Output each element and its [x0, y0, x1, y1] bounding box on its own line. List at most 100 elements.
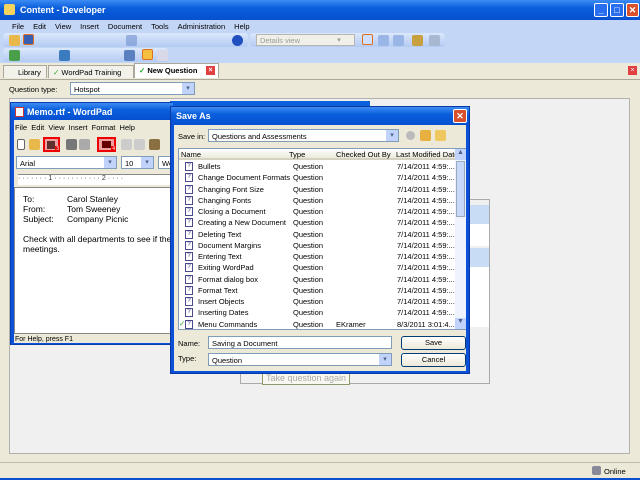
undo-icon[interactable] [126, 35, 137, 46]
size-select[interactable]: 10 ▾ [121, 156, 154, 169]
new-icon[interactable] [17, 139, 25, 150]
list-item[interactable]: ? Format Text Question 7/14/2011 4:59:... [179, 285, 455, 296]
wp-menu-format[interactable]: Format [92, 123, 116, 132]
dialog-close-button[interactable]: ✕ [453, 109, 467, 123]
save-icon[interactable] [23, 34, 34, 45]
item-type: Question [293, 162, 324, 171]
list-item[interactable]: ? Inserting Dates Question 7/14/2011 4:59:.… [179, 307, 455, 318]
list-item[interactable]: ? Change Document Formats Question 7/14/201… [179, 172, 455, 183]
wp-menu-help[interactable]: Help [120, 123, 135, 132]
tab-new-question[interactable]: ✓ New Question × [134, 63, 219, 78]
list-item[interactable]: ? Bullets Question 7/14/2011 4:59:... [179, 161, 455, 172]
save-button-highlight[interactable]: 3 [43, 137, 60, 152]
menu-document[interactable]: Document [108, 22, 142, 31]
cut-icon[interactable] [121, 139, 132, 150]
tab-library[interactable]: Library [3, 65, 47, 78]
list-item[interactable]: ? Changing Fonts Question 7/14/2011 4:59:..… [179, 195, 455, 206]
maximize-button[interactable]: □ [610, 3, 624, 17]
print-preview-icon[interactable] [79, 139, 90, 150]
question-type-select[interactable]: Hotspot ▾ [70, 82, 195, 95]
document-area[interactable]: To: Carol Stanley From: Tom Sweeney Subjec… [14, 187, 173, 334]
chevron-down-icon: ▾ [104, 157, 116, 168]
list-item[interactable]: ? Deleting Text Question 7/14/2011 4:59:... [179, 229, 455, 240]
standard-toolbar [3, 33, 248, 47]
item-date: 7/14/2011 4:59:... [397, 173, 455, 183]
list-item[interactable]: ? Insert Objects Question 7/14/2011 4:59:..… [179, 296, 455, 307]
image-icon[interactable] [59, 50, 70, 61]
back-icon[interactable] [406, 131, 415, 140]
list-item[interactable]: ✓? Menu Commands Question EKramer 8/3/2011 3… [179, 319, 455, 330]
menu-help[interactable]: Help [234, 22, 249, 31]
item-name: Changing Fonts [198, 195, 251, 205]
question-icon: ? [185, 263, 193, 273]
wp-menu-edit[interactable]: Edit [31, 123, 44, 132]
scroll-down-button[interactable]: ▼ [455, 318, 466, 329]
type-select[interactable]: Question ▾ [208, 353, 392, 366]
pencil-icon[interactable] [142, 49, 153, 60]
edit-toolbar [3, 48, 168, 62]
scroll-thumb[interactable] [456, 161, 465, 217]
close-document-icon[interactable]: × [628, 66, 637, 75]
wp-menu-view[interactable]: View [48, 123, 64, 132]
print-icon[interactable] [66, 139, 77, 150]
minimize-button[interactable]: _ [594, 3, 608, 17]
find-button-highlight[interactable]: 4 [97, 137, 116, 152]
menu-tools[interactable]: Tools [151, 22, 169, 31]
wp-menu-file[interactable]: File [15, 123, 27, 132]
horizontal-layout-icon[interactable] [378, 35, 389, 46]
copy-icon[interactable] [134, 139, 145, 150]
scrollbar[interactable]: ▲ ▼ [455, 149, 466, 329]
column-type[interactable]: Type [289, 150, 305, 159]
preview-icon[interactable] [124, 50, 135, 61]
scroll-up-button[interactable]: ▲ [455, 149, 466, 160]
menu-administration[interactable]: Administration [178, 22, 226, 31]
wp-menu-insert[interactable]: Insert [69, 123, 88, 132]
paste-icon[interactable] [149, 139, 160, 150]
save-button[interactable]: Save [401, 336, 466, 350]
close-button[interactable]: ✕ [626, 3, 639, 17]
list-item[interactable]: ? Closing a Document Question 7/14/2011 4:5… [179, 206, 455, 217]
menu-edit[interactable]: Edit [33, 22, 46, 31]
publish-icon[interactable] [412, 35, 423, 46]
question-icon: ? [185, 184, 193, 194]
name-input[interactable]: Saving a Document [208, 336, 392, 349]
add-icon[interactable] [9, 50, 20, 61]
list-item[interactable]: ? Creating a New Document Question 7/14/201… [179, 217, 455, 228]
ruler[interactable]: ·······1···········2···· [18, 174, 173, 185]
open-icon[interactable] [9, 35, 20, 46]
tab-wordpad-training[interactable]: ✓ WordPad Training [48, 65, 134, 78]
column-checked-out-by[interactable]: Checked Out By [336, 150, 391, 159]
column-name[interactable]: Name [181, 150, 201, 159]
vertical-layout-icon[interactable] [393, 35, 404, 46]
cancel-button[interactable]: Cancel [401, 353, 466, 367]
list-item[interactable]: ? Format dialog box Question 7/14/2011 4:59… [179, 274, 455, 285]
list-item[interactable]: ? Document Margins Question 7/14/2011 4:59:… [179, 240, 455, 251]
menu-view[interactable]: View [55, 22, 71, 31]
column-last-modified[interactable]: Last Modified Date [396, 150, 459, 159]
dialog-body: Save in: Questions and Assessments ▾ Name… [174, 125, 466, 371]
new-folder-icon[interactable] [435, 130, 446, 141]
app-title: Content - Developer [20, 5, 106, 15]
view-combo[interactable]: Details view ▾ [256, 34, 355, 46]
memo-value: Tom Sweeney [67, 204, 121, 214]
menu-file[interactable]: File [12, 22, 24, 31]
memo-body: Check with all departments to see if the… [23, 234, 173, 244]
item-name: Bullets [198, 162, 221, 171]
list-item[interactable]: ? Exiting WordPad Question 7/14/2011 4:59:.… [179, 262, 455, 273]
up-folder-icon[interactable] [420, 130, 431, 141]
close-tab-icon[interactable]: × [206, 66, 215, 75]
help-icon[interactable] [232, 35, 243, 46]
item-date: 7/14/2011 4:59:... [397, 285, 455, 295]
list-item[interactable]: ? Changing Font Size Question 7/14/2011 4:5… [179, 184, 455, 195]
font-select[interactable]: Arial ▾ [16, 156, 117, 169]
menu-insert[interactable]: Insert [80, 22, 99, 31]
find-icon[interactable] [157, 50, 168, 61]
save-in-select[interactable]: Questions and Assessments ▾ [208, 129, 399, 142]
refresh-icon[interactable] [429, 35, 440, 46]
list-item[interactable]: ? Entering Text Question 7/14/2011 4:59:... [179, 251, 455, 262]
item-date: 7/14/2011 4:59:... [397, 263, 455, 273]
open-icon[interactable] [29, 139, 40, 150]
details-layout-icon[interactable] [362, 34, 373, 45]
ruler-label: 2 [101, 175, 108, 182]
check-icon: ✓ [53, 68, 60, 77]
